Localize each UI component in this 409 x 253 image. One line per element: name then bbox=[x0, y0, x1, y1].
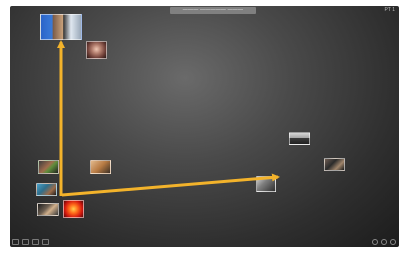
list-icon[interactable] bbox=[22, 239, 29, 245]
bottom-left-toolbar bbox=[12, 239, 49, 245]
grid-icon[interactable] bbox=[12, 239, 19, 245]
photo-canvas[interactable]: ——— ————— ——— PT 1 bbox=[10, 6, 399, 247]
horizontal-arrow bbox=[61, 173, 280, 197]
bottom-right-toolbar bbox=[372, 239, 396, 245]
square-icon[interactable] bbox=[42, 239, 49, 245]
gesture-arrows bbox=[57, 40, 280, 197]
split-icon[interactable] bbox=[32, 239, 39, 245]
close-icon[interactable] bbox=[390, 239, 396, 245]
share-icon[interactable] bbox=[372, 239, 378, 245]
info-icon[interactable] bbox=[381, 239, 387, 245]
